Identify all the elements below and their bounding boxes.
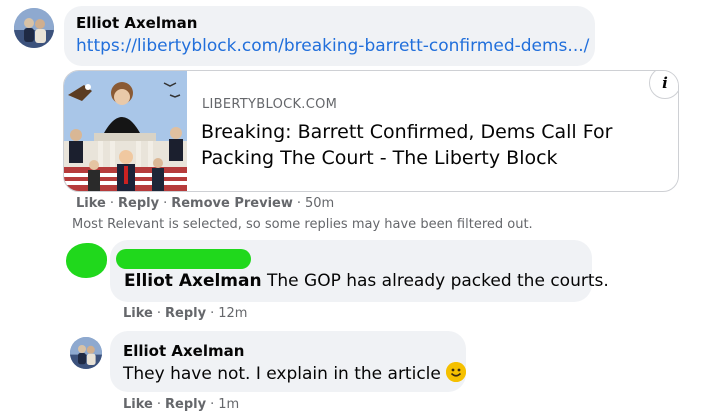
comment-actions: Like · Reply · Remove Preview · 50m	[76, 196, 334, 211]
avatar[interactable]	[14, 8, 54, 48]
remove-preview-button[interactable]: Remove Preview	[171, 196, 293, 211]
preview-image	[64, 71, 187, 191]
reply-text: The GOP has already packed the courts.	[267, 271, 609, 291]
redacted-name	[116, 249, 251, 269]
redacted-avatar	[66, 243, 107, 278]
avatar-photo	[70, 337, 102, 369]
reply-author[interactable]: Elliot Axelman	[124, 271, 262, 291]
avatar-photo	[14, 8, 54, 48]
separator: ·	[210, 306, 215, 321]
like-button[interactable]: Like	[76, 196, 106, 211]
reply-actions: Like · Reply · 12m	[123, 306, 247, 321]
separator: ·	[156, 306, 161, 321]
reply-button[interactable]: Reply	[118, 196, 159, 211]
preview-domain: LIBERTYBLOCK.COM	[202, 97, 338, 112]
link-preview-card[interactable]: LIBERTYBLOCK.COM Breaking: Barrett Confi…	[63, 70, 679, 192]
info-icon: i	[662, 74, 668, 92]
reply-button[interactable]: Reply	[165, 306, 206, 321]
separator: ·	[109, 196, 114, 211]
reply-text: They have not. I explain in the article	[123, 364, 441, 384]
timestamp[interactable]: 50m	[305, 196, 334, 211]
reply-bubble: Elliot Axelman The GOP has already packe…	[110, 240, 609, 302]
smiling-face-icon	[446, 362, 467, 382]
reply-button[interactable]: Reply	[165, 397, 206, 412]
preview-title-line-2: Packing The Court - The Liberty Block	[201, 147, 558, 169]
preview-image-art	[64, 71, 187, 191]
timestamp[interactable]: 1m	[218, 397, 239, 412]
separator: ·	[210, 397, 215, 412]
reply-actions: Like · Reply · 1m	[123, 397, 239, 412]
filter-notice: Most Relevant is selected, so some repli…	[72, 217, 533, 232]
info-button[interactable]: i	[649, 71, 678, 99]
avatar[interactable]	[70, 337, 102, 369]
comment-bubble: Elliot Axelman https://libertyblock.com/…	[64, 6, 595, 66]
like-button[interactable]: Like	[123, 397, 153, 412]
reply-text-line: Elliot Axelman The GOP has already packe…	[124, 271, 609, 291]
like-button[interactable]: Like	[123, 306, 153, 321]
timestamp[interactable]: 12m	[218, 306, 247, 321]
preview-title-line-1: Breaking: Barrett Confirmed, Dems Call F…	[201, 121, 613, 143]
reply-author[interactable]: Elliot Axelman	[123, 342, 244, 360]
separator: ·	[163, 196, 168, 211]
reply-bubble: Elliot Axelman They have not. I explain …	[110, 331, 467, 392]
comment-author[interactable]: Elliot Axelman	[76, 14, 197, 32]
separator: ·	[156, 397, 161, 412]
reply-text-line: They have not. I explain in the article	[123, 362, 467, 384]
comment-link[interactable]: https://libertyblock.com/breaking-barret…	[76, 36, 589, 56]
separator: ·	[296, 196, 301, 211]
